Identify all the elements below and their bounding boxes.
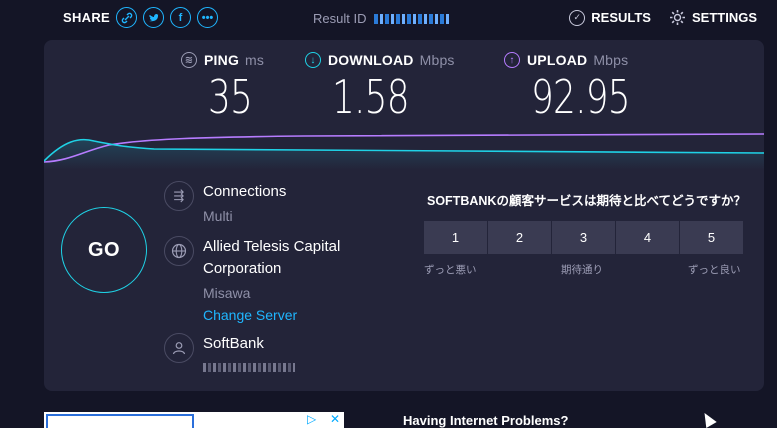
server-location: Misawa — [203, 285, 251, 301]
settings-button[interactable]: SETTINGS — [669, 9, 757, 26]
change-server-link[interactable]: Change Server — [203, 304, 403, 326]
rating-high-label: ずっと良い — [688, 264, 741, 276]
download-arrow-icon: ↓ — [305, 52, 321, 68]
results-label: RESULTS — [591, 10, 651, 25]
upload-value: 92.95 — [531, 70, 631, 124]
download-value: 1.58 — [332, 70, 410, 124]
rating-button-3[interactable]: 3 — [552, 221, 615, 254]
ping-value: 35 — [208, 70, 253, 124]
result-id: Result ID — [313, 11, 451, 26]
go-button[interactable]: GO — [61, 207, 147, 293]
ping-metric: ≋ PING ms 35 — [181, 52, 265, 124]
top-right-nav: ✓ RESULTS SETTINGS — [551, 9, 757, 26]
download-label: DOWNLOAD — [328, 52, 414, 68]
share-label: SHARE — [63, 10, 111, 25]
upload-metric: ↑ UPLOAD Mbps 92.95 — [504, 52, 658, 124]
ping-icon: ≋ — [181, 52, 197, 68]
rating-low-label: ずっと悪い — [424, 264, 477, 276]
upload-arrow-icon: ↑ — [504, 52, 520, 68]
ping-label: PING — [204, 52, 240, 68]
adchoices-icon[interactable]: ▷ — [307, 412, 322, 427]
download-graph-fill — [44, 139, 764, 170]
globe-icon — [164, 236, 194, 266]
rating-button-1[interactable]: 1 — [424, 221, 487, 254]
connections-title: Connections — [203, 183, 287, 200]
results-button[interactable]: ✓ RESULTS — [569, 9, 651, 26]
results-card: ≋ PING ms 35 ↓ DOWNLOAD Mbps 1.58 ↑ UPLO… — [44, 40, 764, 391]
isp-ip-redacted — [203, 363, 295, 372]
facebook-icon[interactable]: f — [170, 7, 192, 28]
settings-label: SETTINGS — [691, 10, 757, 25]
share-group: SHARE f ••• — [63, 7, 224, 28]
ad-close-icon[interactable]: ✕ — [330, 412, 340, 426]
internet-problems-title: Having Internet Problems? — [403, 413, 569, 428]
connections-icon: ⇶ — [164, 181, 194, 211]
gear-icon — [669, 9, 686, 26]
speed-graph — [44, 133, 764, 170]
survey-question: SOFTBANKの顧客サービスは期待と比べてどうですか？ — [427, 194, 746, 208]
mouse-cursor-icon — [699, 409, 717, 428]
twitter-icon[interactable] — [143, 7, 165, 28]
server-name: Allied Telesis Capital Corporation — [203, 238, 341, 277]
connections-value[interactable]: Multi — [203, 205, 403, 227]
link-icon[interactable] — [116, 7, 138, 28]
rating-mid-label: 期待通り — [561, 264, 603, 276]
rating-button-2[interactable]: 2 — [488, 221, 551, 254]
upload-label: UPLOAD — [527, 52, 588, 68]
top-bar: SHARE f ••• Result ID ✓ RESULTS SETTINGS — [0, 0, 777, 36]
ad-frame — [46, 414, 194, 428]
isp-name: SoftBank — [203, 335, 264, 352]
download-unit: Mbps — [419, 52, 455, 68]
check-circle-icon: ✓ — [569, 9, 586, 26]
download-metric: ↓ DOWNLOAD Mbps 1.58 — [305, 52, 455, 124]
rating-button-4[interactable]: 4 — [616, 221, 679, 254]
result-id-value-redacted — [374, 13, 451, 24]
rating-button-5[interactable]: 5 — [680, 221, 743, 254]
more-icon[interactable]: ••• — [197, 7, 219, 28]
advertisement[interactable]: ▷ ✕ — [44, 412, 344, 428]
ping-unit: ms — [245, 52, 265, 68]
user-icon — [164, 333, 194, 363]
rating-buttons: 1 2 3 4 5 — [424, 221, 743, 254]
result-id-label: Result ID — [313, 11, 367, 26]
upload-unit: Mbps — [593, 52, 629, 68]
